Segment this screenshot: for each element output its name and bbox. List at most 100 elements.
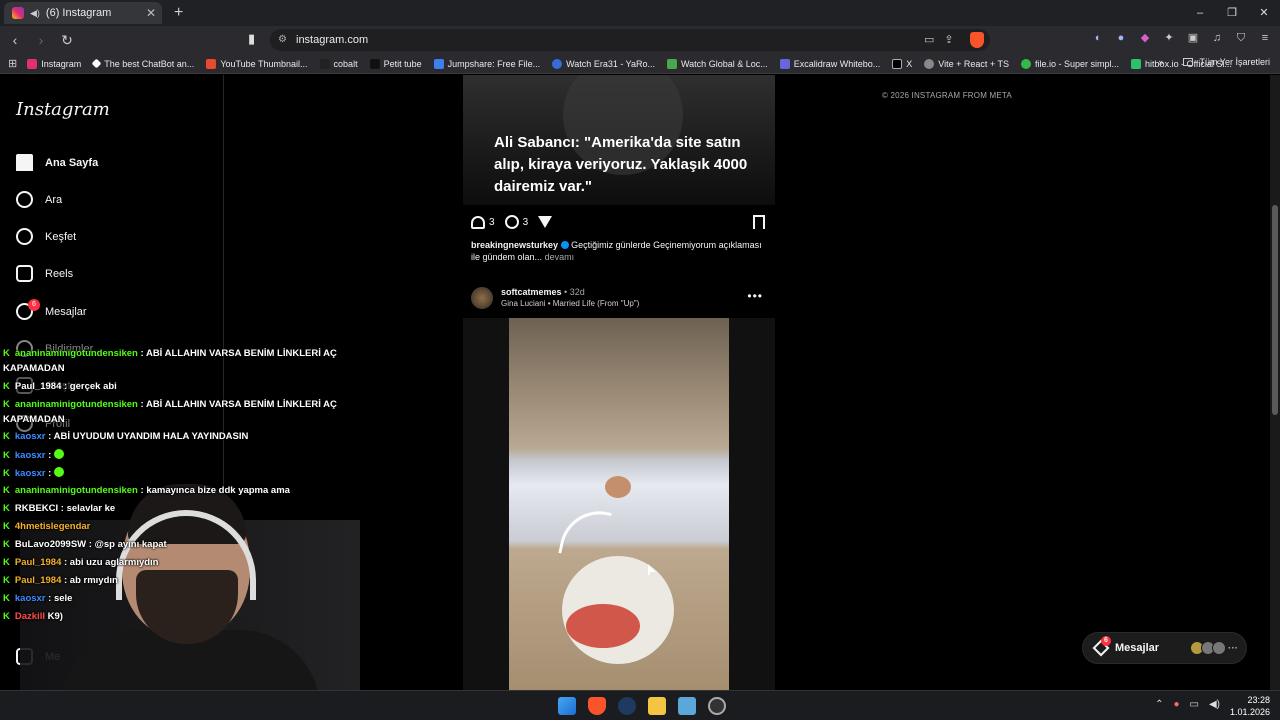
bookmark-item[interactable]: cobalt [319,58,358,69]
sidebar-item-explore[interactable]: Keşfet [16,228,76,245]
extension-icons: ◖ ● ◆ ✦ ▣ ♫ ⛉ ≡ [1090,31,1272,45]
cast-icon[interactable]: ▭ [924,33,934,46]
chat-text: : abi uzu aglarmıydın [61,557,159,568]
bookmark-page-icon[interactable]: ▮ [248,31,255,47]
file-explorer-icon[interactable] [648,697,666,715]
reload-icon[interactable]: ↻ [56,32,78,49]
bookmark-item[interactable]: Petit tube [369,58,422,69]
post-username[interactable]: softcatmemes • 32d [501,287,585,297]
bookmarks-overflow-icon[interactable]: » [1158,57,1163,67]
kick-badge-icon: K [3,539,10,550]
scrollbar-thumb[interactable] [1272,205,1278,415]
audio-extension-icon[interactable]: ◖ [1090,31,1104,45]
all-bookmarks-link[interactable]: Tüm Yer İşaretleri [1199,57,1270,67]
sidebar-item-reels[interactable]: Reels [16,265,73,282]
messages-badge: 6 [28,299,40,311]
like-count: 3 [489,216,495,228]
system-clock[interactable]: 23:28 1.01.2026 [1230,694,1270,718]
caption-username[interactable]: breakingnewsturkey [471,240,558,250]
address-bar[interactable]: ⚙ instagram.com [270,29,990,51]
wallet-icon[interactable]: ◆ [1138,31,1152,45]
caption-more-link[interactable]: devamı [545,252,575,262]
chat-text: : ABİ ALLAHIN VARSA BENİM LİNKLERİ AÇ [137,348,337,359]
bookmark-icon[interactable] [753,215,765,229]
bookmark-item[interactable]: Excalidraw Whitebo... [779,58,880,69]
youtube-thumbnail-icon [206,58,217,69]
sidebar-toggle-icon[interactable]: ▣ [1186,31,1200,45]
messages-pill-badge: 6 [1101,636,1111,646]
restore-button[interactable]: ❐ [1216,0,1248,26]
kick-badge-icon: K [3,575,10,586]
avatar[interactable] [471,287,493,309]
chat-username: Paul_1984 [14,557,62,568]
post-options-button[interactable]: ••• [747,289,763,303]
vpn-shield-icon[interactable]: ⛉ [1234,31,1248,45]
like-button[interactable]: 3 [471,215,495,229]
instagram-logo[interactable]: Instagram [16,99,110,120]
chat-username: ananinaminigotundensiken [14,399,138,410]
app-icon[interactable] [678,697,696,715]
share-button[interactable] [538,216,553,228]
minimize-button[interactable]: – [1184,0,1216,26]
global-icon [667,58,678,69]
post-image[interactable]: Ali Sabancı: "Amerika'da site satın alıp… [463,75,775,205]
sidebar-item-messages[interactable]: 6 Mesajlar [16,299,87,320]
display-icon[interactable]: ▭ [1190,699,1199,710]
bookmark-item[interactable]: Watch Global & Loc... [667,58,768,69]
extensions-icon[interactable]: ✦ [1162,31,1176,45]
video-frame [509,318,729,690]
kick-badge-icon: K [3,381,10,392]
brave-browser-icon[interactable] [588,697,606,715]
kick-badge-icon: K [3,593,10,604]
close-tab-icon[interactable]: ✕ [146,6,156,20]
chat-text: : kamayınca bize ddk yapma ama [137,485,290,496]
x-icon [892,58,903,69]
globe-icon [924,58,935,69]
bookmark-item[interactable]: Vite + React + TS [924,58,1009,69]
comment-button[interactable]: 3 [504,215,528,229]
new-tab-button[interactable]: + [174,4,183,22]
volume-icon[interactable]: ◀) [1209,699,1220,710]
post-header: softcatmemes • 32d Gina Luciani • Marrie… [471,287,771,311]
bookmark-item[interactable]: The best ChatBot an... [91,59,194,69]
bookmark-item[interactable]: Instagram [27,58,81,69]
address-toolbar: ‹ › ↻ ▮ ⚙ instagram.com ▭ ⇪ ◖ ● ◆ ✦ ▣ ♫ … [0,26,1280,54]
steam-icon[interactable] [618,697,636,715]
share-icon[interactable]: ⇪ [944,33,953,46]
chevron-up-icon[interactable]: ⌃ [1155,699,1163,710]
bookmark-item[interactable]: YouTube Thumbnail... [206,58,308,69]
vpn-icon[interactable]: ● [1114,31,1128,45]
site-info-icon[interactable]: ⚙ [278,29,287,51]
bookmark-item[interactable]: Watch Era31 - YaRo... [552,58,655,69]
chat-message: Kananinaminigotundensiken : ABİ ALLAHIN … [3,348,337,359]
send-icon [538,216,553,228]
obs-icon[interactable] [708,697,726,715]
browser-menu-icon[interactable]: ≡ [1258,31,1272,45]
bookmark-item[interactable]: X [892,58,912,69]
sidebar-item-search[interactable]: Ara [16,191,62,208]
messages-button[interactable]: 6 Mesajlar ··· [1082,632,1247,664]
bookmark-item[interactable]: Jumpshare: Free File... [433,58,540,69]
kick-badge-icon: K [3,450,10,461]
reel-video[interactable] [463,318,775,690]
bookmark-item[interactable]: file.io - Super simpl... [1021,58,1119,69]
browser-tab[interactable]: ◀) (6) Instagram ✕ [4,2,162,24]
page-scrollbar[interactable] [1270,75,1280,690]
close-window-button[interactable]: ✕ [1248,0,1280,26]
tab-title: (6) Instagram [45,7,112,19]
microphone-icon[interactable]: ● [1173,699,1179,710]
windows-start-icon[interactable] [558,697,576,715]
sidebar-item-home[interactable]: Ana Sayfa [16,154,98,171]
speaker-icon[interactable]: ◀) [30,8,40,19]
music-icon[interactable]: ♫ [1210,31,1224,45]
back-icon[interactable]: ‹ [4,32,26,48]
post-audio[interactable]: Gina Luciani • Married Life (From "Up") [501,299,639,308]
chat-message: Kkaosxr : [3,467,64,479]
brave-shields-icon[interactable] [970,32,984,48]
apps-grid-icon[interactable]: ⊞ [8,57,17,70]
reels-icon [16,265,33,282]
verified-icon [560,241,569,249]
windows-taskbar: ⌃ ● ▭ ◀) 23:28 1.01.2026 [0,690,1280,720]
chat-text: : [45,450,54,461]
forward-icon[interactable]: › [30,32,52,48]
